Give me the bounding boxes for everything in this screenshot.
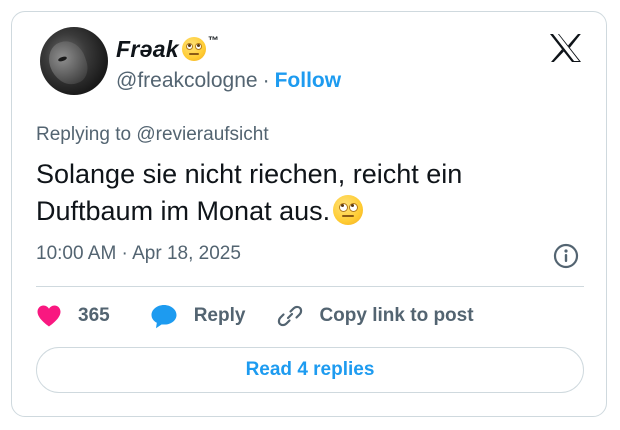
separator-dot: · [262,69,270,92]
author-handle-row: @freakcologne · Follow [116,69,341,93]
display-name[interactable]: Frǝak [116,36,179,63]
x-logo-icon[interactable] [549,33,582,63]
author-handle[interactable]: @freakcologne [116,69,258,92]
heart-icon [37,305,61,327]
trademark-symbol: ™ [207,35,219,47]
reply-bubble-icon [151,305,177,329]
action-bar: 365 Reply Copy link to post [36,300,474,332]
copy-link-label: Copy link to post [319,305,474,326]
follow-button[interactable]: Follow [275,69,342,92]
divider [36,286,584,287]
face-with-rolling-eyes-icon [181,37,206,61]
like-count: 365 [78,305,110,326]
avatar[interactable] [40,27,108,95]
tweet-text: Solange sie nicht riechen, reicht ein Du… [36,156,576,230]
info-icon[interactable] [553,243,579,269]
timestamp[interactable]: 10:00 AM · Apr 18, 2025 [36,243,241,265]
like-button[interactable]: 365 [36,304,110,328]
face-with-rolling-eyes-icon [333,195,364,225]
copy-link-button[interactable]: Copy link to post [277,303,474,329]
link-icon [278,305,303,327]
read-replies-button[interactable]: Read 4 replies [36,347,584,393]
reply-button[interactable]: Reply [150,303,246,329]
replying-to-label[interactable]: Replying to @revieraufsicht [36,124,269,146]
author-name-row: Frǝak ™ [116,32,219,66]
tweet-text-line-2: Duftbaum im Monat aus. [36,196,331,226]
reply-label: Reply [193,305,246,326]
tweet-text-line-1: Solange sie nicht riechen, reicht ein [36,159,463,189]
read-replies-label: Read 4 replies [245,359,375,380]
